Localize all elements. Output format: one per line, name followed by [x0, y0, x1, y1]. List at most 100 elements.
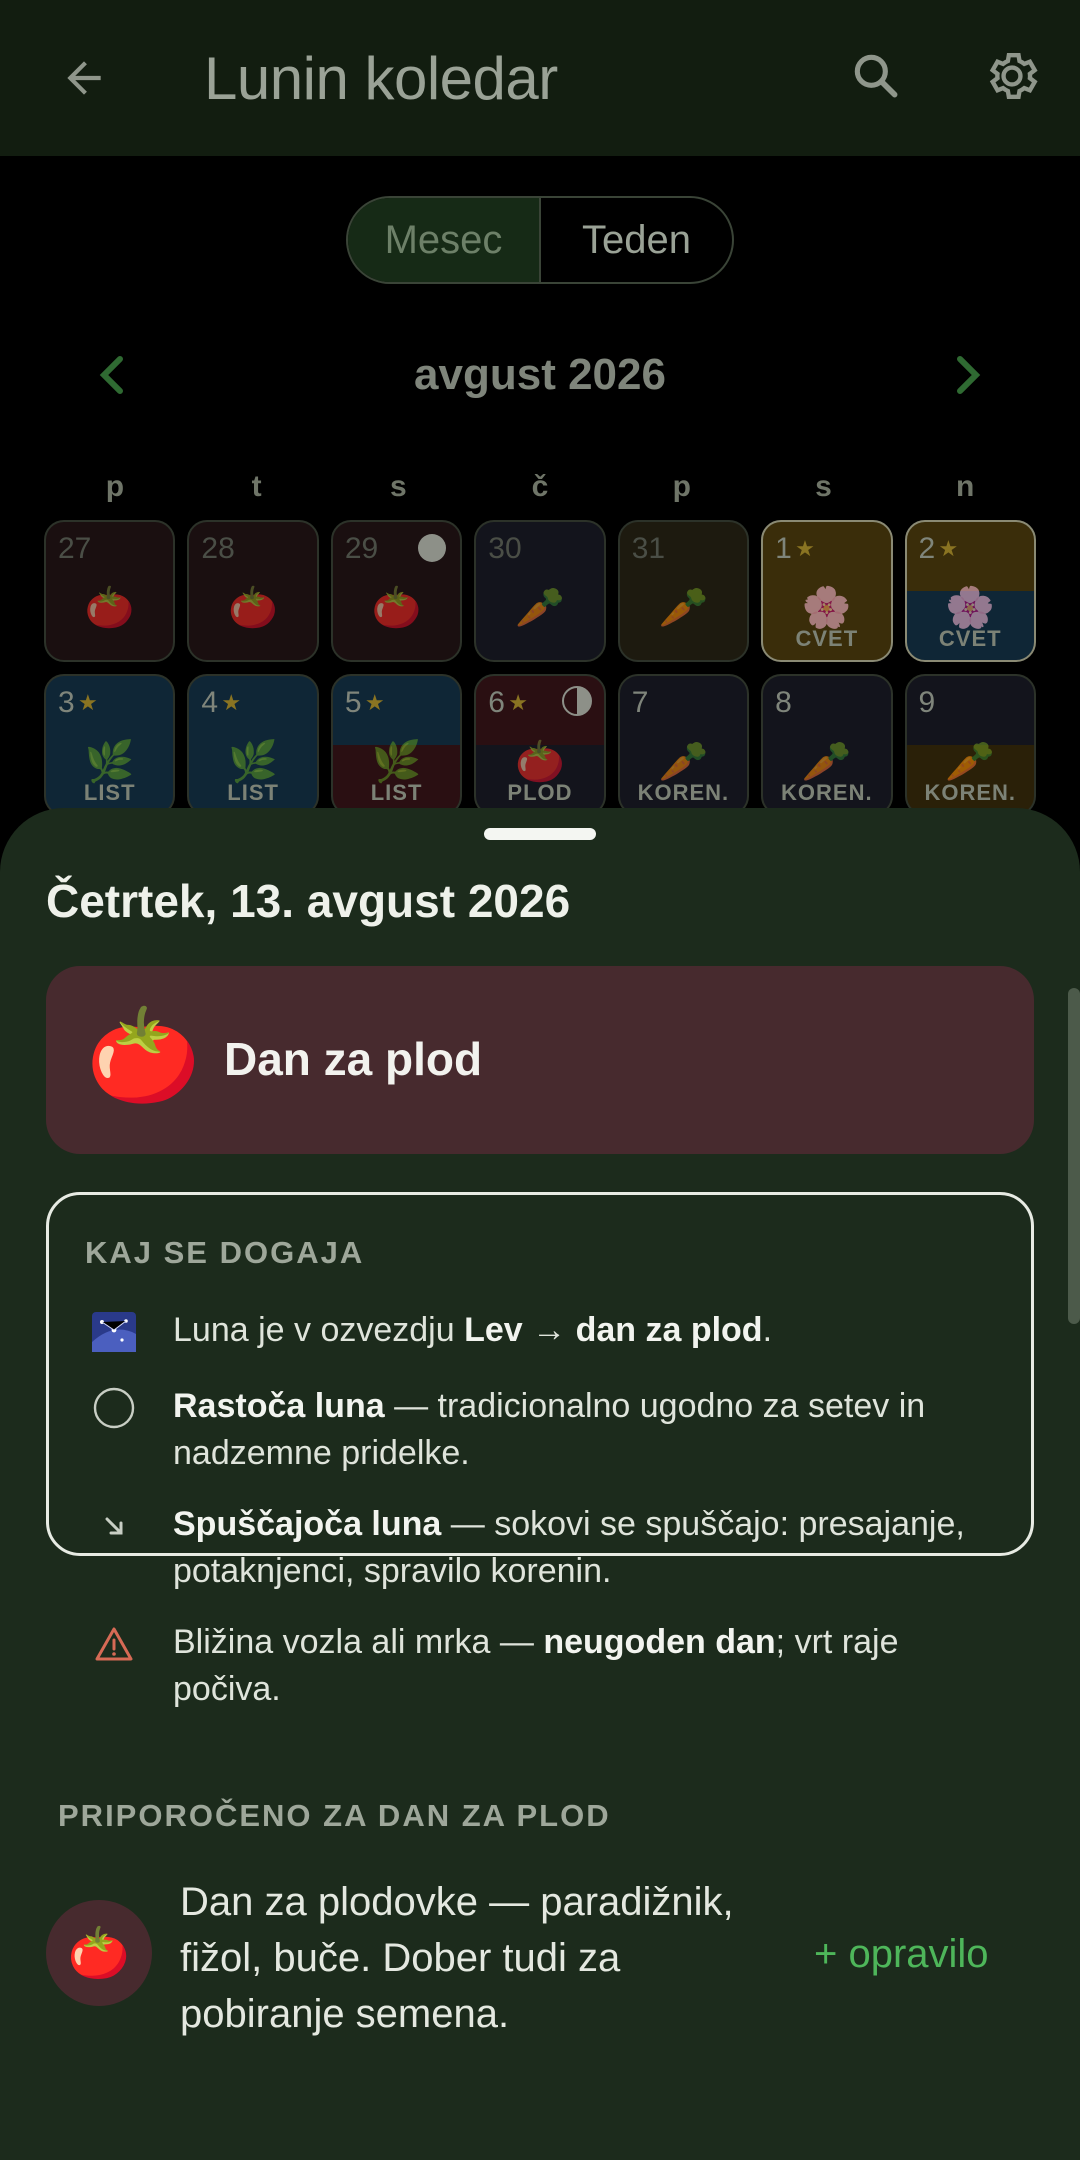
calendar-day-cell[interactable]: 30 🥕	[474, 520, 606, 662]
star-icon: ★	[938, 536, 959, 561]
calendar-week-row: 3 ★ 🌿 LIST 4 ★ 🌿 LIST 5 ★ 🌿 LIST 6 ★ 🍅 PLOD 7 🥕 KOREN. 8 🥕 KO…	[44, 674, 1036, 816]
info-text: Rastoča luna — tradicionalno ugodno za s…	[173, 1387, 926, 1472]
calendar-day-cell[interactable]: 5 ★ 🌿 LIST	[330, 674, 463, 816]
recommend-text: Dan za plodovke — paradižnik, fižol, buč…	[180, 1880, 734, 2036]
day-type-icon: 🍅	[228, 586, 279, 630]
day-type-card: 🍅 Dan za plod	[46, 966, 1034, 1154]
arrow-down-right-icon	[91, 1503, 137, 1549]
back-button[interactable]	[48, 42, 120, 114]
info-text: Luna je v ozvezdju Lev → dan za plod.	[173, 1311, 773, 1349]
info-item: Bližina vozla ali mrka — neugoden dan; v…	[91, 1619, 1001, 1713]
full-moon-icon	[418, 534, 447, 562]
info-heading: KAJ SE DOGAJA	[85, 1235, 365, 1270]
day-type-label: Dan za plod	[224, 1033, 483, 1085]
toggle-month[interactable]: Mesec	[348, 198, 541, 282]
weekday-header: p t s č p s n	[44, 470, 1036, 504]
scrollbar[interactable]	[1068, 988, 1080, 1324]
day-type-icon: 🌸	[801, 586, 852, 630]
toggle-week[interactable]: Teden	[541, 198, 732, 282]
day-number: 7	[631, 686, 649, 719]
day-type-label: LIST	[227, 780, 279, 805]
day-type-icon: 🥕	[515, 586, 565, 630]
info-text: Bližina vozla ali mrka — neugoden dan; v…	[173, 1623, 899, 1708]
day-number: 3	[58, 686, 75, 719]
star-icon: ★	[508, 690, 528, 715]
app-bar: Lunin koledar	[0, 0, 1080, 156]
day-number: 1	[775, 532, 792, 565]
day-type-icon: 🍅	[371, 586, 422, 630]
calendar-day-cell[interactable]: 8 🥕 KOREN.	[761, 674, 893, 816]
day-type-icon: 🌿	[228, 740, 279, 784]
weekday-label: p	[105, 470, 125, 503]
tomato-icon: 🍅	[86, 1005, 201, 1107]
day-number: 29	[344, 532, 379, 565]
day-number: 5	[344, 686, 362, 719]
day-number: 30	[488, 532, 522, 565]
day-type-label: LIST	[83, 780, 136, 805]
calendar-day-cell[interactable]: 6 ★ 🍅 PLOD	[474, 674, 606, 816]
info-text: Spuščajoča luna — sokovi se spuščajo: pr…	[173, 1505, 965, 1590]
day-type-icon: 🌸	[945, 586, 996, 630]
day-number: 28	[201, 532, 235, 565]
day-number: 8	[775, 686, 792, 719]
page-title: Lunin koledar	[204, 45, 558, 112]
calendar-day-cell[interactable]: 7 🥕 KOREN.	[617, 674, 750, 816]
calendar-day-cell[interactable]: 29 🍅	[330, 520, 463, 662]
day-number: 31	[631, 532, 666, 565]
waxing-moon-icon	[91, 1385, 137, 1431]
calendar-day-cell[interactable]: 31 🥕	[617, 520, 750, 662]
weekday-label: n	[956, 470, 975, 503]
next-month-button[interactable]	[942, 340, 992, 410]
day-type-icon: 🍅	[515, 740, 565, 784]
day-type-icon: 🥕	[801, 740, 852, 784]
info-card: KAJ SE DOGAJA Luna je v ozvezdju Lev → d…	[46, 1192, 1034, 1708]
calendar-day-cell[interactable]: 27 🍅	[44, 520, 176, 662]
day-type-icon: 🥕	[658, 586, 709, 630]
warning-icon	[91, 1621, 137, 1667]
day-type-icon: 🥕	[658, 740, 709, 784]
month-title: avgust 2026	[414, 350, 666, 399]
day-detail-sheet: Četrtek, 13. avgust 2026 🍅 Dan za plod K…	[0, 808, 1080, 2160]
day-type-icon: 🥕	[945, 740, 996, 784]
search-button[interactable]	[840, 40, 912, 112]
arrow-left-icon	[67, 61, 101, 95]
weekday-label: s	[815, 470, 832, 503]
day-number: 6	[488, 686, 505, 719]
day-number: 2	[918, 532, 936, 565]
day-type-label: KOREN.	[637, 780, 730, 805]
day-number: 9	[918, 686, 936, 719]
calendar-day-cell[interactable]: 1 ★ 🌸 CVET	[761, 520, 893, 662]
gear-icon	[989, 53, 1038, 99]
chevron-right-icon	[957, 356, 981, 394]
calendar-day-cell[interactable]: 9 🥕 KOREN.	[904, 674, 1036, 816]
weekday-label: č	[531, 470, 549, 503]
day-type-icon: 🍅	[84, 586, 135, 630]
info-item: Luna je v ozvezdju Lev → dan za plod.	[91, 1307, 1001, 1355]
day-type-label: LIST	[370, 780, 423, 805]
add-task-button[interactable]: + opravilo	[814, 1932, 989, 1977]
day-type-label: KOREN.	[781, 780, 873, 805]
recommend-heading: PRIPOROČENO ZA DAN ZA PLOD	[58, 1798, 611, 1833]
day-type-icon: 🌿	[371, 740, 422, 784]
star-icon: ★	[78, 690, 98, 715]
calendar-day-cell[interactable]: 28 🍅	[187, 520, 319, 662]
info-item: Spuščajoča luna — sokovi se spuščajo: pr…	[91, 1501, 1001, 1595]
sheet-drag-handle[interactable]	[484, 828, 596, 840]
weekday-label: s	[389, 470, 407, 503]
day-type-icon: 🌿	[84, 740, 135, 784]
star-icon: ★	[795, 536, 815, 561]
weekday-label: p	[672, 470, 691, 503]
star-icon: ★	[221, 690, 242, 715]
day-number: 27	[58, 532, 92, 565]
day-number: 4	[201, 686, 219, 719]
day-type-label: KOREN.	[924, 780, 1017, 805]
info-item: Rastoča luna — tradicionalno ugodno za s…	[91, 1383, 1001, 1477]
calendar-day-cell[interactable]: 4 ★ 🌿 LIST	[187, 674, 319, 816]
day-type-label: CVET	[795, 626, 859, 651]
view-toggle: Mesec Teden	[346, 196, 734, 284]
calendar-day-cell[interactable]: 3 ★ 🌿 LIST	[44, 674, 176, 816]
settings-button[interactable]	[976, 40, 1048, 112]
calendar-day-cell[interactable]: 2 ★ 🌸 CVET	[904, 520, 1036, 662]
star-icon: ★	[364, 690, 385, 715]
calendar-grid: 27 🍅 28 🍅 29 🍅 30 🥕 31 🥕 1 ★ 🌸 CVET 2 ★ 🌸 CVET 3 ★ 🌿 LIST 4 ★ 🌿 L…	[44, 520, 1036, 828]
